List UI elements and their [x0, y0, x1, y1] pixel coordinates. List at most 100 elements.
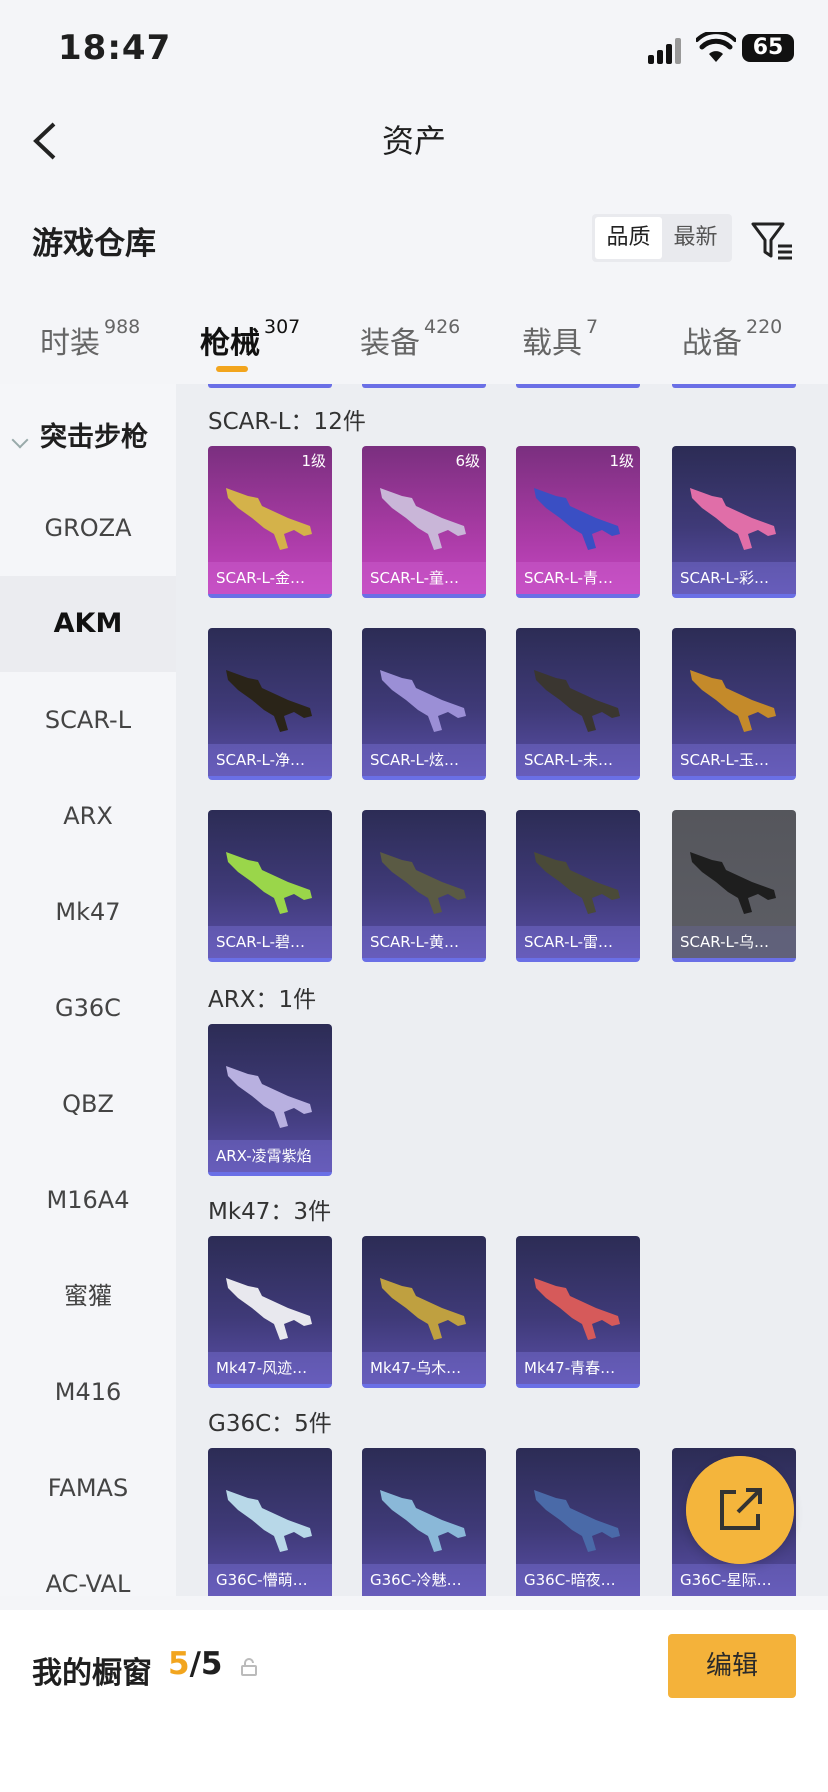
sidebar-item-akm[interactable]: AKM [0, 576, 176, 672]
skin-name: Mk47-青春… [516, 1352, 640, 1384]
chevron-down-icon [11, 431, 29, 449]
rifle-icon [534, 488, 620, 550]
skin-card[interactable]: SCAR-L-雷… [516, 810, 640, 962]
skin-name: SCAR-L-乌… [672, 926, 796, 958]
rifle-icon [534, 1490, 620, 1552]
signal-icon [648, 36, 684, 64]
status-bar: 18:47 65 [0, 0, 828, 100]
skin-card[interactable]: Mk47-青春… [516, 1236, 640, 1388]
skin-card[interactable]: 6级 SCAR-L-童… [362, 446, 486, 598]
rifle-icon [380, 670, 466, 732]
back-arrow-icon[interactable] [26, 116, 66, 166]
skin-name: SCAR-L-黄… [362, 926, 486, 958]
skin-name: SCAR-L-玉… [672, 744, 796, 776]
skin-card[interactable]: SCAR-L-黄… [362, 810, 486, 962]
edit-button[interactable]: 编辑 [668, 1634, 796, 1698]
sidebar-item-famas[interactable]: FAMAS [0, 1440, 176, 1536]
tab-weapons[interactable]: 枪械 307 [200, 316, 300, 362]
skin-card[interactable]: G36C-懵萌… [208, 1448, 332, 1596]
skin-name: Mk47-乌木… [362, 1352, 486, 1384]
rifle-icon [380, 852, 466, 914]
rifle-icon [380, 488, 466, 550]
share-icon[interactable] [686, 1456, 794, 1564]
rifle-icon [226, 1278, 312, 1340]
skin-card[interactable]: G36C-暗夜… [516, 1448, 640, 1596]
tab-vehicles[interactable]: 载具 7 [522, 316, 598, 362]
skin-name: SCAR-L-雷… [516, 926, 640, 958]
skin-card[interactable]: SCAR-L-碧… [208, 810, 332, 962]
skin-card[interactable]: SCAR-L-未… [516, 628, 640, 780]
sidebar-item-honey-badger[interactable]: 蜜獾 [0, 1248, 176, 1344]
skin-name: ARX-凌霄紫焰 [208, 1140, 332, 1172]
sidebar-item-m16a4[interactable]: M16A4 [0, 1152, 176, 1248]
section-title-arx: ARX：1件 [208, 987, 317, 1013]
skin-grid[interactable]: SCAR-L：12件 1级 SCAR-L-金… 6级 SCAR-L-童… 1级 … [176, 384, 828, 1596]
rifle-icon [534, 670, 620, 732]
section-title-g36c: G36C：5件 [208, 1411, 332, 1437]
skin-name: SCAR-L-青… [516, 562, 640, 594]
rifle-icon [534, 1278, 620, 1340]
lock-icon [241, 1658, 257, 1676]
page-title: 资产 [381, 122, 446, 160]
skin-name: SCAR-L-金… [208, 562, 332, 594]
skin-name: SCAR-L-未… [516, 744, 640, 776]
rifle-icon [380, 1278, 466, 1340]
status-time: 18:47 [58, 28, 172, 68]
rifle-icon [226, 1490, 312, 1552]
sidebar-item-groza[interactable]: GROZA [0, 480, 176, 576]
skin-card[interactable]: SCAR-L-乌… [672, 810, 796, 962]
sidebar-item-arx[interactable]: ARX [0, 768, 176, 864]
showcase-bar: 我的橱窗 5/5 编辑 [0, 1610, 828, 1792]
card-edge [208, 384, 332, 388]
battery-icon: 65 [742, 34, 794, 62]
tab-fashion[interactable]: 时装 988 [40, 316, 140, 362]
sidebar-item-mk47[interactable]: Mk47 [0, 864, 176, 960]
skin-card[interactable]: 1级 SCAR-L-金… [208, 446, 332, 598]
sidebar-group-assault-rifle[interactable]: 突击步枪 [0, 414, 176, 462]
skin-name: G36C-冷魅… [362, 1564, 486, 1596]
skin-card[interactable]: 1级 SCAR-L-青… [516, 446, 640, 598]
sidebar-item-g36c[interactable]: G36C [0, 960, 176, 1056]
section-title-mk47: Mk47：3件 [208, 1199, 332, 1225]
active-tab-indicator [216, 366, 248, 372]
section-title-scar-l: SCAR-L：12件 [208, 409, 366, 435]
skin-name: SCAR-L-净… [208, 744, 332, 776]
sidebar-item-scar-l[interactable]: SCAR-L [0, 672, 176, 768]
sidebar-item-ac-val[interactable]: AC-VAL [0, 1536, 176, 1596]
skin-card[interactable]: ARX-凌霄紫焰 [208, 1024, 332, 1176]
rifle-icon [226, 488, 312, 550]
sort-toggle: 品质 最新 [592, 214, 732, 262]
skin-name: G36C-懵萌… [208, 1564, 332, 1596]
sort-newest-button[interactable]: 最新 [662, 217, 729, 259]
rifle-icon [226, 1066, 312, 1128]
skin-card[interactable]: Mk47-乌木… [362, 1236, 486, 1388]
rifle-icon [690, 670, 776, 732]
skin-card[interactable]: Mk47-风迹… [208, 1236, 332, 1388]
sort-quality-button[interactable]: 品质 [595, 217, 662, 259]
rifle-icon [690, 488, 776, 550]
skin-card[interactable]: SCAR-L-炫… [362, 628, 486, 780]
skin-card[interactable]: G36C-冷魅… [362, 1448, 486, 1596]
tab-supplies[interactable]: 战备 220 [682, 316, 782, 362]
tab-equipment[interactable]: 装备 426 [360, 316, 460, 362]
wifi-icon [696, 32, 736, 62]
rifle-icon [690, 852, 776, 914]
card-edge [516, 384, 640, 388]
skin-card[interactable]: SCAR-L-净… [208, 628, 332, 780]
skin-card[interactable]: SCAR-L-玉… [672, 628, 796, 780]
weapon-type-sidebar[interactable]: 突击步枪 GROZA AKM SCAR-L ARX Mk47 G36C QBZ … [0, 384, 176, 1596]
filter-icon[interactable] [750, 218, 794, 262]
rifle-icon [226, 670, 312, 732]
sidebar-item-qbz[interactable]: QBZ [0, 1056, 176, 1152]
skin-name: G36C-暗夜… [516, 1564, 640, 1596]
card-edge [362, 384, 486, 388]
skin-name: SCAR-L-童… [362, 562, 486, 594]
category-tabs: 时装 988 枪械 307 装备 426 载具 7 战备 220 [0, 300, 828, 380]
rifle-icon [534, 852, 620, 914]
warehouse-title: 游戏仓库 [32, 226, 156, 262]
skin-name: G36C-星际… [672, 1564, 796, 1596]
skin-card[interactable]: SCAR-L-彩… [672, 446, 796, 598]
showcase-label: 我的橱窗 [32, 1656, 152, 1691]
skin-name: SCAR-L-炫… [362, 744, 486, 776]
sidebar-item-m416[interactable]: M416 [0, 1344, 176, 1440]
